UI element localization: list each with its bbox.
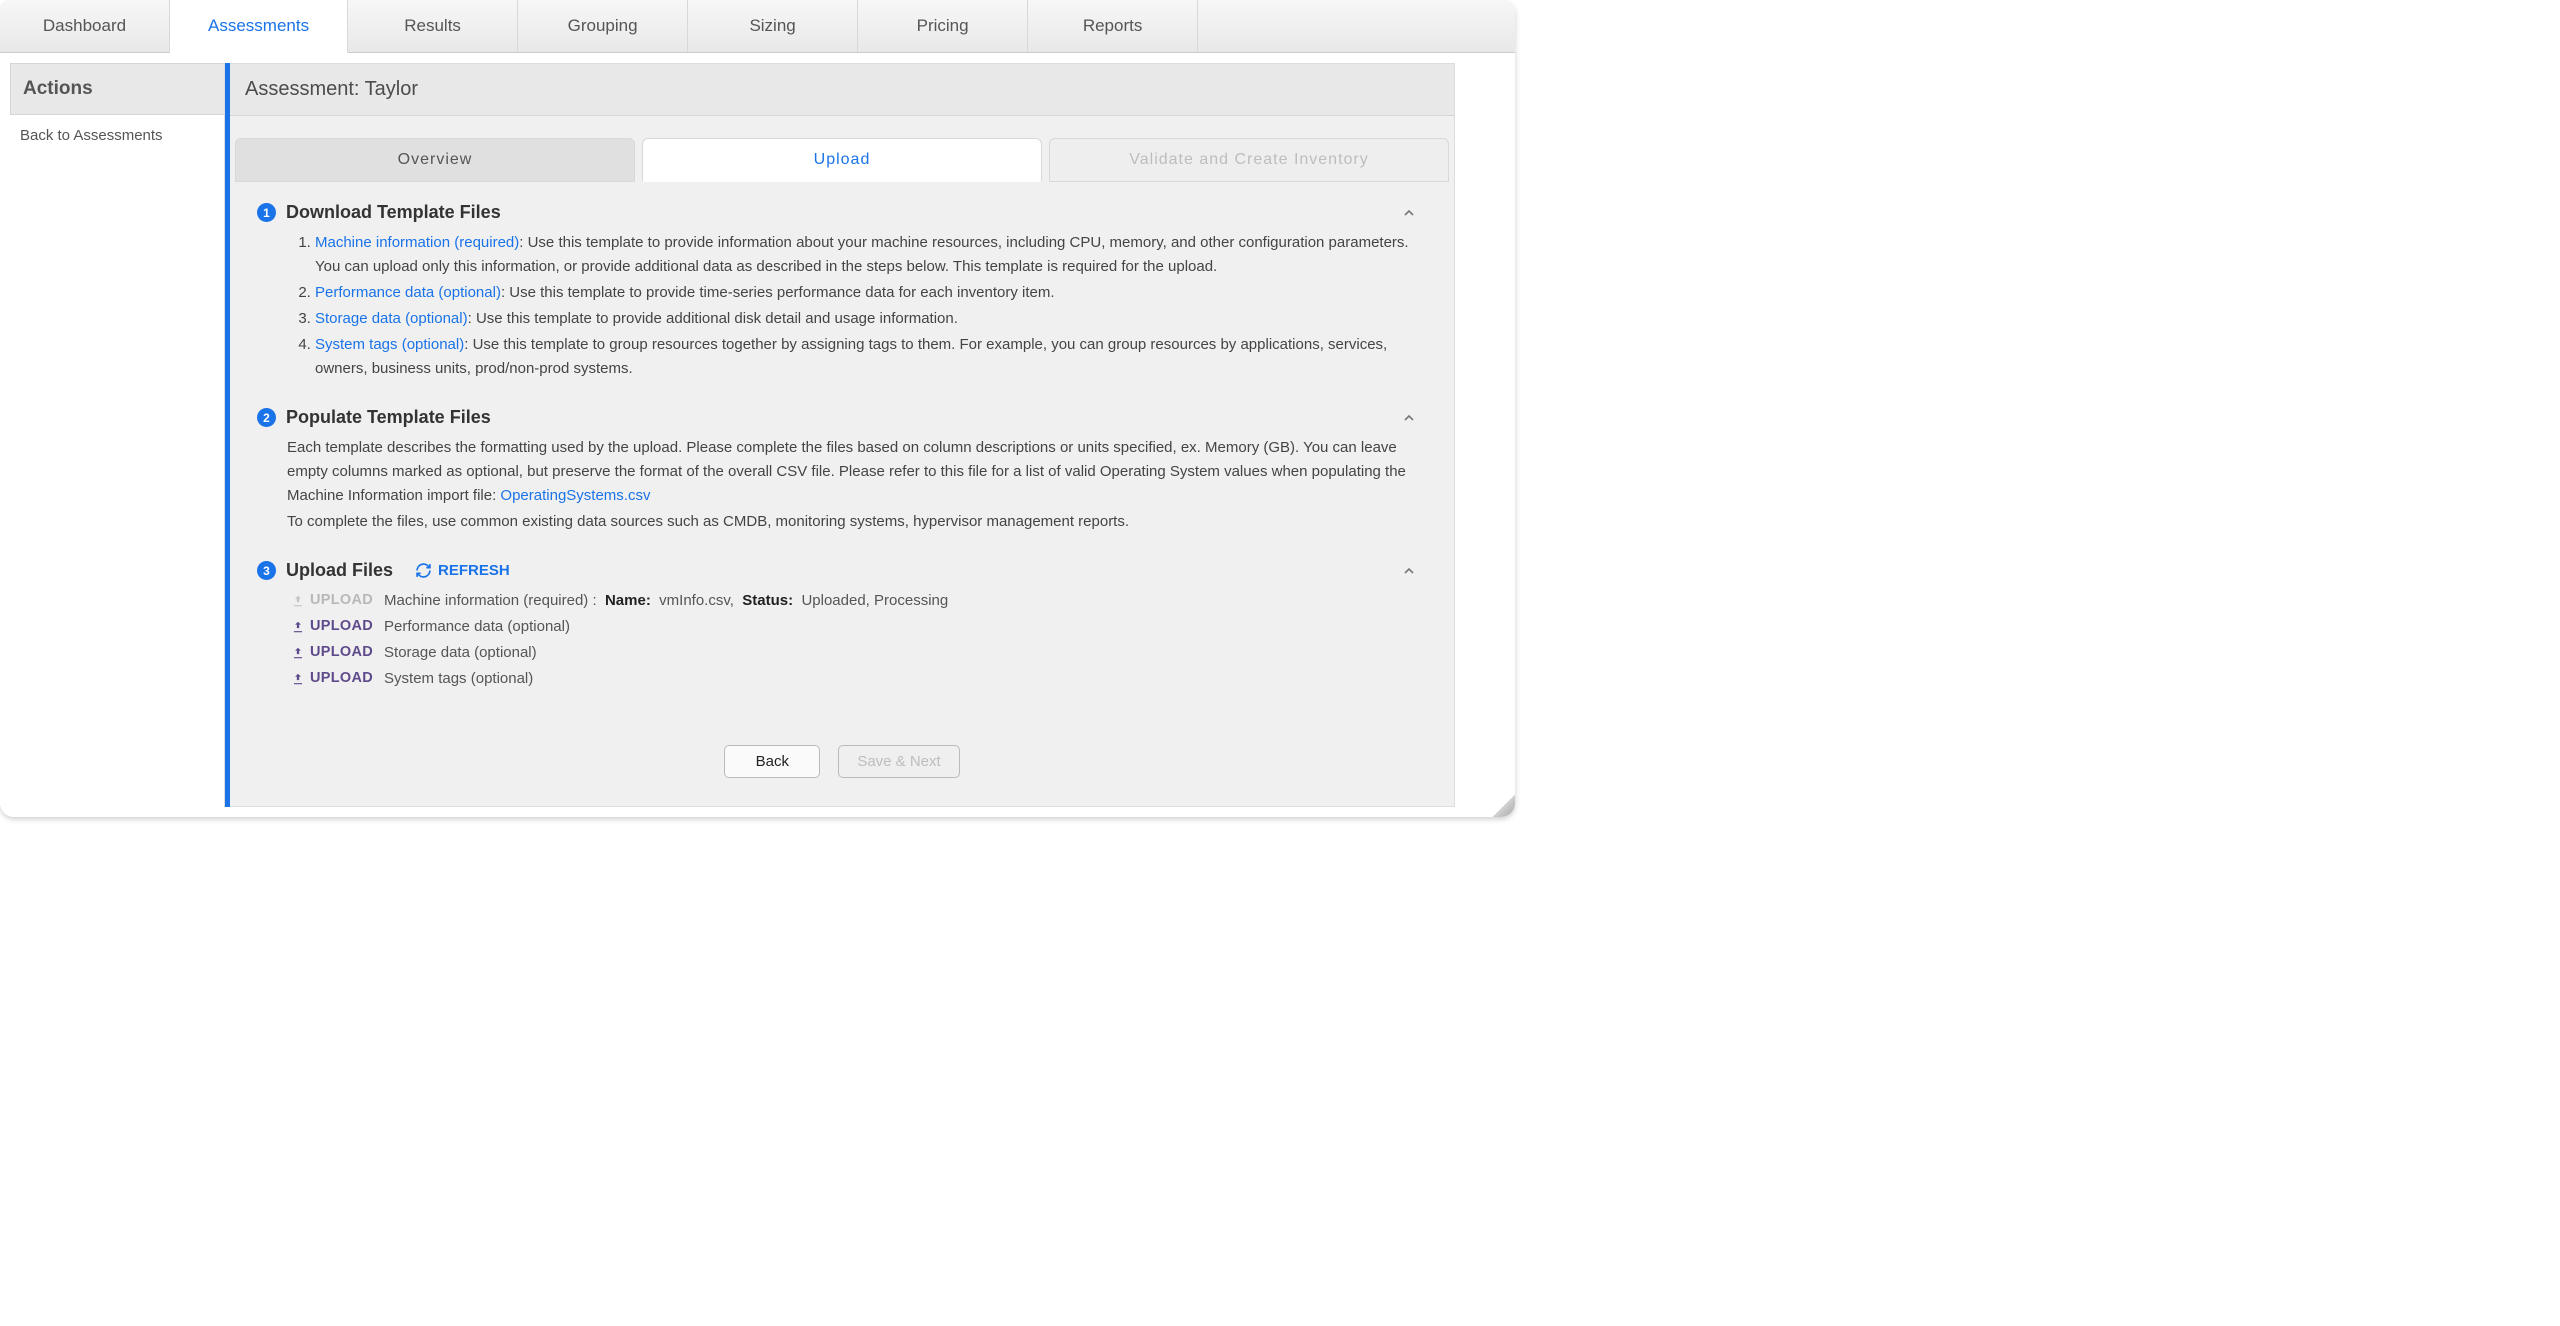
nav-tab-reports[interactable]: Reports <box>1028 0 1198 52</box>
link-machine-information[interactable]: Machine information (required) <box>315 234 519 251</box>
step-number-badge: 3 <box>257 561 276 580</box>
status-label: Status: <box>742 592 793 609</box>
step-number-badge: 2 <box>257 408 276 427</box>
upload-button[interactable]: UPLOAD <box>291 615 373 638</box>
template-item-storage: Storage data (optional): Use this templa… <box>315 307 1427 331</box>
upload-row-storage: UPLOAD Storage data (optional) <box>287 641 1427 665</box>
back-button[interactable]: Back <box>724 745 820 778</box>
link-operating-systems-csv[interactable]: OperatingSystems.csv <box>500 487 650 504</box>
upload-row-performance: UPLOAD Performance data (optional) <box>287 615 1427 639</box>
subtab-label: Overview <box>398 151 473 168</box>
nav-tab-assessments[interactable]: Assessments <box>170 0 348 53</box>
upload-row-system-tags: UPLOAD System tags (optional) <box>287 667 1427 691</box>
refresh-icon <box>415 562 432 579</box>
upload-icon <box>291 594 305 608</box>
upload-row-machine-info: UPLOAD Machine information (required) : … <box>287 589 1427 613</box>
step-download: 1 Download Template Files Machine inform… <box>257 202 1427 381</box>
populate-paragraph-1: Each template describes the formatting u… <box>287 436 1427 508</box>
link-performance-data[interactable]: Performance data (optional) <box>315 284 501 301</box>
upload-label: UPLOAD <box>310 667 373 690</box>
upload-label: UPLOAD <box>310 641 373 664</box>
nav-tab-label: Grouping <box>568 16 638 36</box>
link-system-tags[interactable]: System tags (optional) <box>315 336 464 353</box>
upload-desc: Machine information (required) : Name: v… <box>384 589 948 613</box>
step-title: Populate Template Files <box>286 407 491 428</box>
subtab-label: Validate and Create Inventory <box>1129 151 1369 168</box>
subtab-validate: Validate and Create Inventory <box>1049 138 1449 182</box>
nav-tab-label: Assessments <box>208 16 309 36</box>
subtabs: Overview Upload Validate and Create Inve… <box>235 138 1449 182</box>
status-value: Uploaded, Processing <box>801 592 948 609</box>
button-label: Save & Next <box>857 753 940 770</box>
nav-tab-label: Dashboard <box>43 16 126 36</box>
step-upload: 3 Upload Files REFRESH <box>257 560 1427 691</box>
step-title: Upload Files <box>286 560 393 581</box>
populate-paragraph-2: To complete the files, use common existi… <box>287 510 1427 534</box>
nav-tab-label: Results <box>404 16 461 36</box>
nav-tab-dashboard[interactable]: Dashboard <box>0 0 170 52</box>
template-text: : Use this template to group resources t… <box>315 336 1387 377</box>
page-title: Assessment: Taylor <box>230 64 1454 116</box>
template-item-machine-info: Machine information (required): Use this… <box>315 231 1427 279</box>
template-item-performance: Performance data (optional): Use this te… <box>315 281 1427 305</box>
link-storage-data[interactable]: Storage data (optional) <box>315 310 468 327</box>
nav-tab-results[interactable]: Results <box>348 0 518 52</box>
name-label: Name: <box>605 592 651 609</box>
upload-desc: Performance data (optional) <box>384 615 570 639</box>
save-next-button: Save & Next <box>838 745 959 778</box>
top-nav: Dashboard Assessments Results Grouping S… <box>0 0 1515 53</box>
chevron-up-icon[interactable] <box>1401 204 1417 221</box>
sidebar: Actions Back to Assessments <box>10 63 225 807</box>
nav-tab-grouping[interactable]: Grouping <box>518 0 688 52</box>
step-populate: 2 Populate Template Files Each template … <box>257 407 1427 534</box>
upload-button: UPLOAD <box>291 589 373 612</box>
upload-icon <box>291 620 305 634</box>
nav-tab-label: Sizing <box>749 16 795 36</box>
chevron-up-icon[interactable] <box>1401 409 1417 426</box>
nav-tab-label: Pricing <box>917 16 969 36</box>
sidebar-header: Actions <box>10 63 224 115</box>
upload-icon <box>291 672 305 686</box>
subtab-overview[interactable]: Overview <box>235 138 635 182</box>
sidebar-back-link[interactable]: Back to Assessments <box>20 127 214 144</box>
upload-label: UPLOAD <box>310 615 373 638</box>
upload-button[interactable]: UPLOAD <box>291 667 373 690</box>
subtab-label: Upload <box>814 151 871 168</box>
upload-desc: Storage data (optional) <box>384 641 537 665</box>
footer-buttons: Back Save & Next <box>235 727 1449 796</box>
nav-tab-label: Reports <box>1083 16 1143 36</box>
refresh-button[interactable]: REFRESH <box>415 562 510 579</box>
chevron-up-icon[interactable] <box>1401 562 1417 579</box>
template-text: : Use this template to provide additiona… <box>468 310 958 327</box>
subtab-upload[interactable]: Upload <box>642 138 1042 182</box>
upload-button[interactable]: UPLOAD <box>291 641 373 664</box>
upload-icon <box>291 646 305 660</box>
step-title: Download Template Files <box>286 202 501 223</box>
upload-label: UPLOAD <box>310 589 373 612</box>
button-label: Back <box>756 753 789 770</box>
step-number-badge: 1 <box>257 203 276 222</box>
name-value: vmInfo.csv, <box>659 592 734 609</box>
nav-tab-sizing[interactable]: Sizing <box>688 0 858 52</box>
main-panel: Assessment: Taylor Overview Upload Valid… <box>230 63 1455 807</box>
refresh-label: REFRESH <box>438 562 510 579</box>
template-text: : Use this template to provide time-seri… <box>501 284 1055 301</box>
nav-tab-pricing[interactable]: Pricing <box>858 0 1028 52</box>
upload-desc: System tags (optional) <box>384 667 533 691</box>
template-item-system-tags: System tags (optional): Use this templat… <box>315 333 1427 381</box>
